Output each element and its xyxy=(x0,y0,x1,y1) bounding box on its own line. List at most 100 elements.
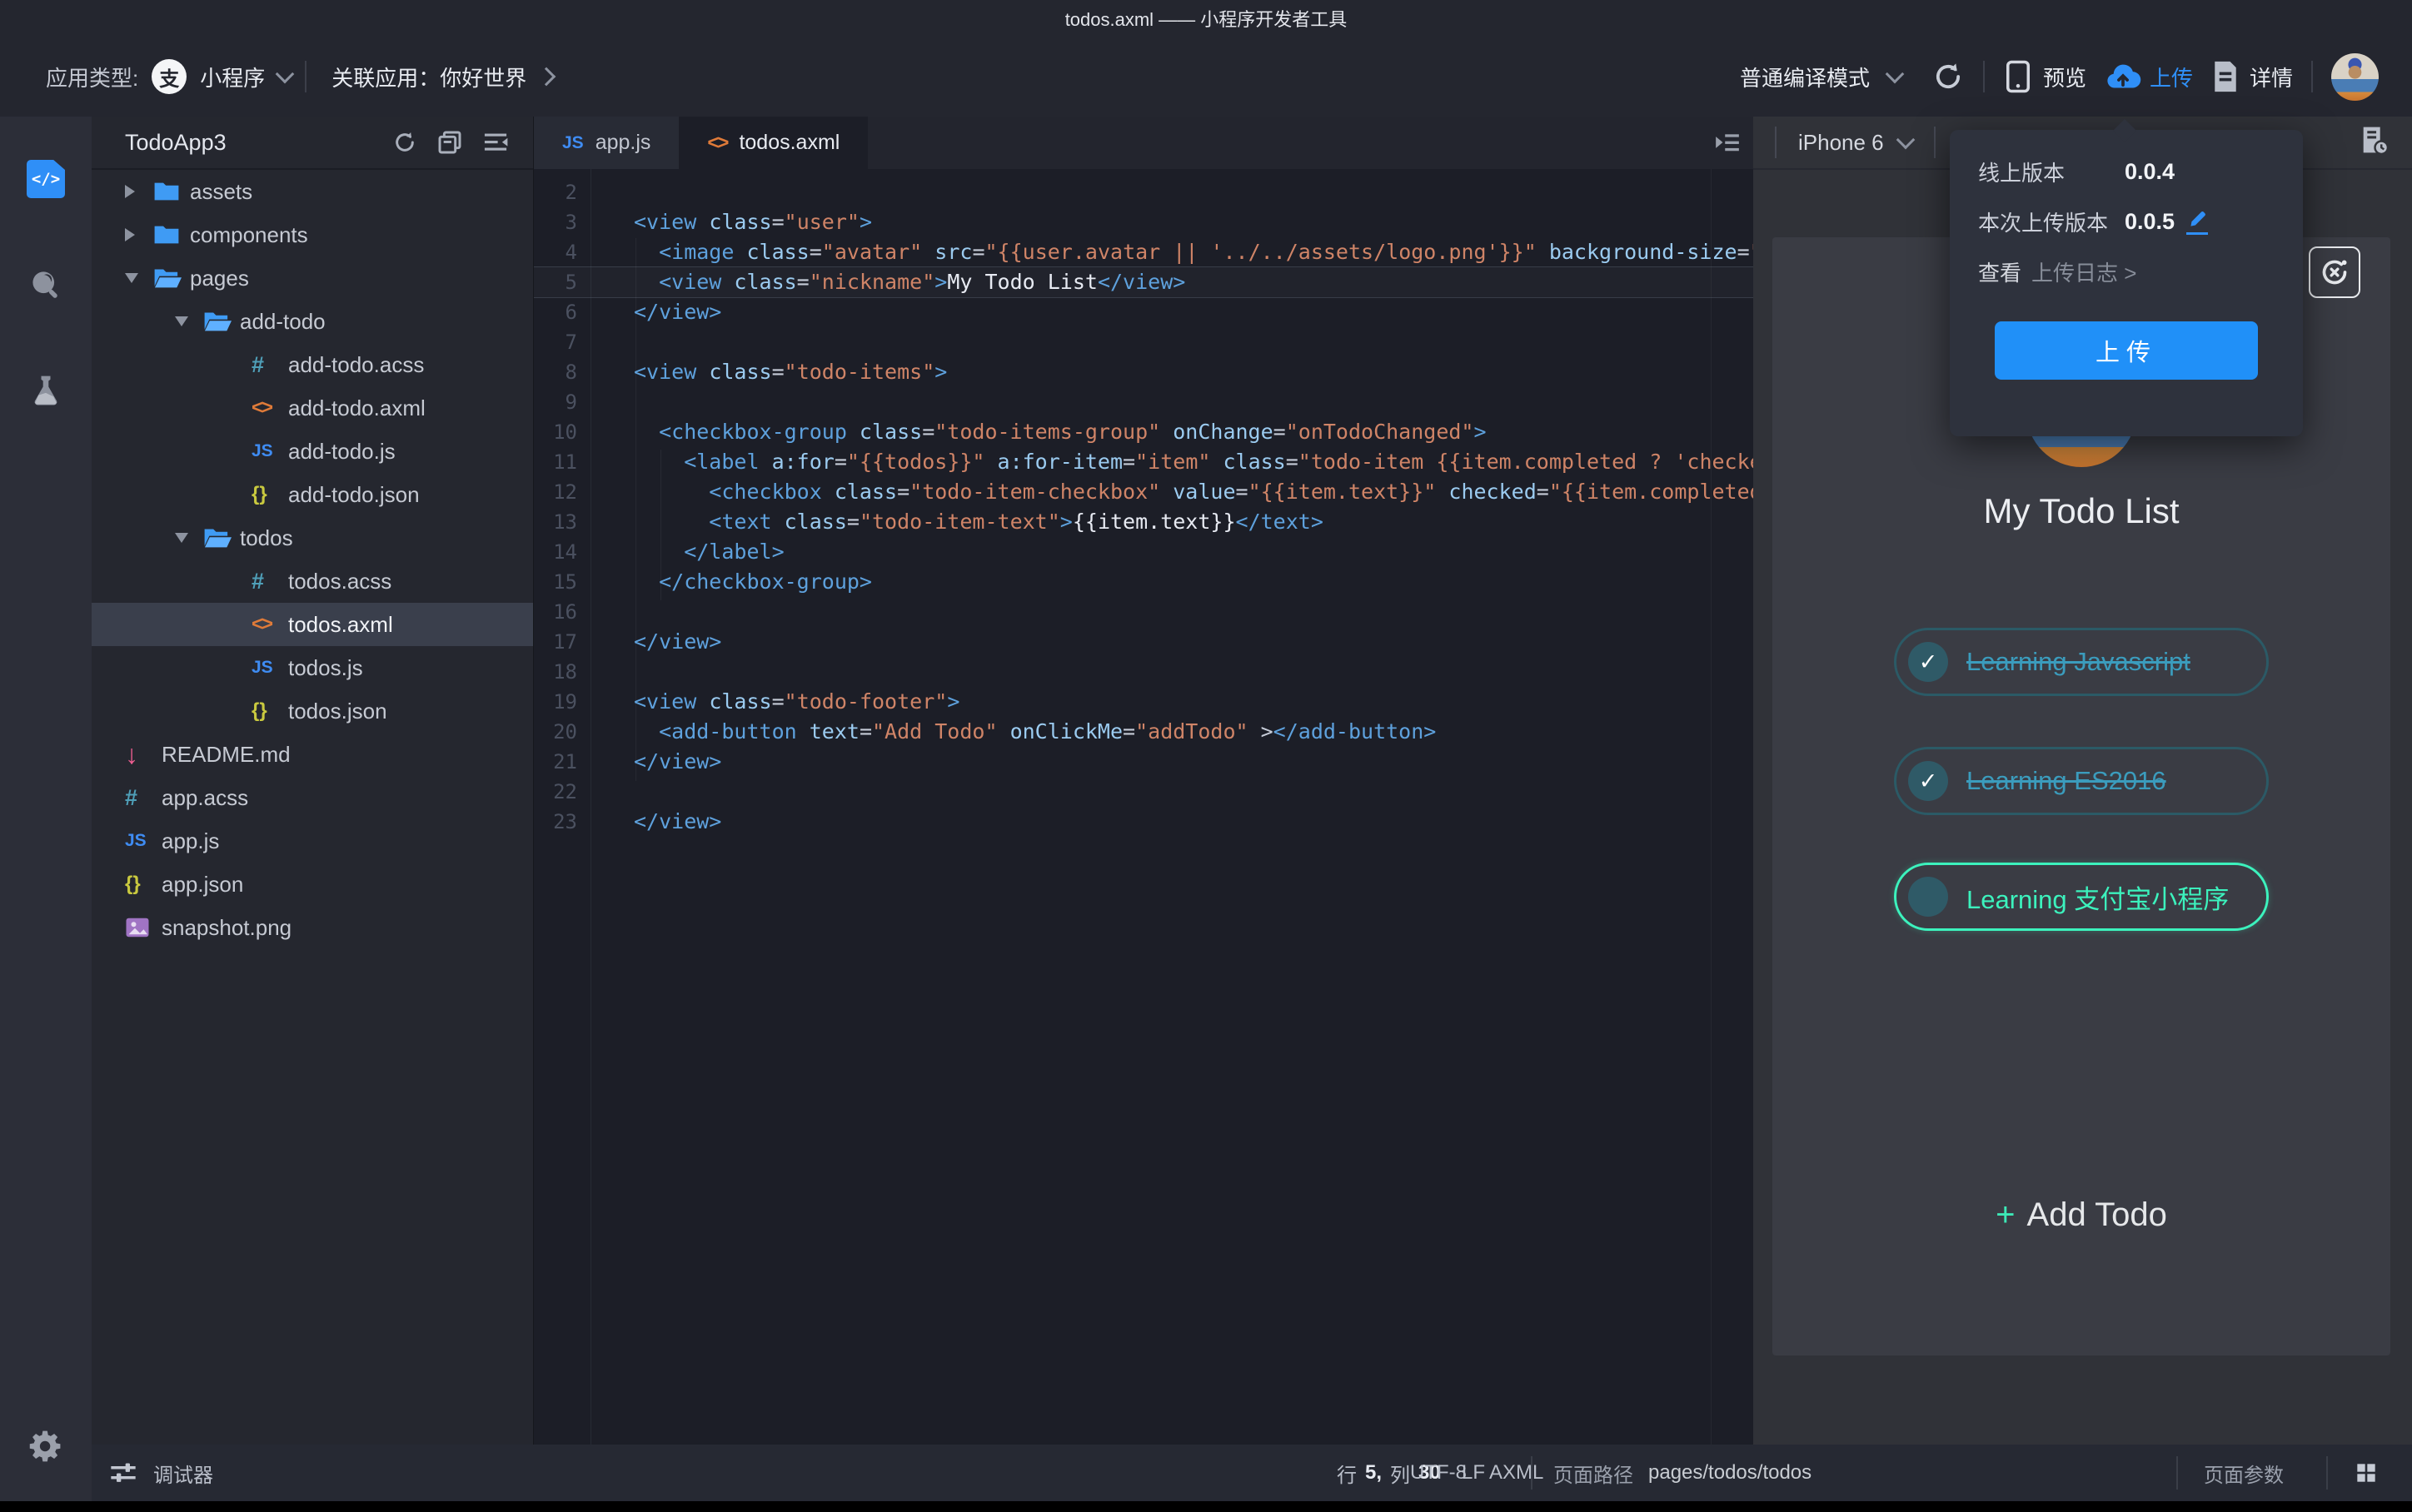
eol-indicator[interactable]: LF xyxy=(1462,1445,1485,1501)
folder-open-icon xyxy=(154,269,182,288)
code-line-7[interactable]: 7 xyxy=(534,327,1754,357)
tree-item-add-todo-axml[interactable]: <> add-todo.axml xyxy=(92,386,533,430)
line-number: 9 xyxy=(565,390,577,414)
sidebar-item-editor[interactable]: </> xyxy=(27,160,65,198)
tree-item-README-md[interactable]: ↓ README.md xyxy=(92,733,533,776)
code-line-13[interactable]: 13 <text class="todo-item-text">{{item.t… xyxy=(534,507,1754,537)
code-line-16[interactable]: 16 xyxy=(534,597,1754,627)
tree-item-todos-js[interactable]: JS todos.js xyxy=(92,646,533,689)
todo-item-text: Learning 支付宝小程序 xyxy=(1966,884,2230,914)
tree-item-app-js[interactable]: JS app.js xyxy=(92,819,533,863)
tab-todos-axml[interactable]: <> todos.axml xyxy=(679,117,869,169)
code-line-6[interactable]: 6 </view> xyxy=(534,297,1754,327)
tree-item-app-json[interactable]: {} app.json xyxy=(92,863,533,906)
code-line-12[interactable]: 12 <checkbox class="todo-item-checkbox" … xyxy=(534,477,1754,507)
chevron-down-icon[interactable] xyxy=(275,64,295,84)
code-line-21[interactable]: 21 </view> xyxy=(534,747,1754,777)
sidebar-item-test[interactable] xyxy=(27,372,65,410)
chevron-expanded-icon[interactable] xyxy=(175,316,188,326)
tree-item-components[interactable]: components xyxy=(92,213,533,256)
compile-mode-select[interactable]: 普通编译模式 xyxy=(1740,62,1870,92)
chevron-down-icon[interactable] xyxy=(1885,64,1905,84)
language-indicator[interactable]: AXML xyxy=(1489,1445,1543,1501)
tree-item-app-acss[interactable]: # app.acss xyxy=(92,776,533,819)
new-window-icon[interactable] xyxy=(436,129,463,156)
chevron-down-icon[interactable] xyxy=(1896,130,1915,150)
code-line-23[interactable]: 23 </view> xyxy=(534,807,1754,837)
todo-item-3[interactable]: Learning 支付宝小程序 xyxy=(1894,863,2269,931)
exit-app-button[interactable] xyxy=(2309,246,2360,298)
device-info-button[interactable] xyxy=(2357,124,2390,162)
code-line-10[interactable]: 10 <checkbox-group class="todo-items-gro… xyxy=(534,417,1754,447)
todo-item-1[interactable]: ✓ Learning Javascript xyxy=(1894,628,2269,696)
divider xyxy=(305,61,307,92)
todo-item-2[interactable]: ✓ Learning ES2016 xyxy=(1894,747,2269,815)
encoding-indicator[interactable]: UTF-8 xyxy=(1410,1445,1467,1501)
code-line-5[interactable]: 5 <view class="nickname">My Todo List</v… xyxy=(534,267,1754,297)
upload-log-link[interactable]: 上传日志 > xyxy=(2031,256,2136,287)
code-line-19[interactable]: 19 <view class="todo-footer"> xyxy=(534,687,1754,717)
tree-item-snapshot-png[interactable]: snapshot.png xyxy=(92,906,533,949)
debugger-toggle[interactable]: 调试器 xyxy=(108,1445,213,1501)
code-area[interactable]: 2 3 <view class="user"> 4 <image class="ava… xyxy=(534,169,1754,1445)
code-line-8[interactable]: 8 <view class="todo-items"> xyxy=(534,357,1754,387)
checkbox-checked-icon[interactable]: ✓ xyxy=(1908,761,1948,801)
editor-tabbar: JS app.js <> todos.axml xyxy=(534,117,1754,169)
tree-item-pages[interactable]: pages xyxy=(92,256,533,300)
tree-item-assets[interactable]: assets xyxy=(92,170,533,213)
preview-button[interactable]: 预览 xyxy=(2003,59,2086,94)
edit-version-button[interactable] xyxy=(2186,209,2209,235)
tree-item-todos-json[interactable]: {} todos.json xyxy=(92,689,533,733)
device-select[interactable]: iPhone 6 xyxy=(1798,130,1884,156)
tree-item-todos-axml[interactable]: <> todos.axml xyxy=(92,603,533,646)
code-line-2[interactable]: 2 xyxy=(534,177,1754,207)
image-file-icon xyxy=(126,918,149,938)
tree-item-todos-acss[interactable]: # todos.acss xyxy=(92,560,533,603)
panel-grid-button[interactable] xyxy=(2353,1445,2380,1501)
chevron-right-icon[interactable] xyxy=(536,67,556,87)
code-line-3[interactable]: 3 <view class="user"> xyxy=(534,207,1754,237)
upload-button[interactable]: 上传 xyxy=(2105,60,2193,93)
refresh-button[interactable] xyxy=(1931,60,1965,93)
code-line-18[interactable]: 18 xyxy=(534,657,1754,687)
line-number: 20 xyxy=(553,720,577,744)
code-line-9[interactable]: 9 xyxy=(534,387,1754,417)
code-line-20[interactable]: 20 <add-button text="Add Todo" onClickMe… xyxy=(534,717,1754,747)
tree-item-todos[interactable]: todos xyxy=(92,516,533,560)
console-toggle-button[interactable] xyxy=(1712,128,1742,161)
page-path: 页面路径 pages/todos/todos xyxy=(1553,1461,1812,1487)
checkbox-checked-icon[interactable]: ✓ xyxy=(1908,642,1948,682)
code-line-11[interactable]: 11 <label a:for="{{todos}}" a:for-item="… xyxy=(534,447,1754,477)
user-avatar[interactable] xyxy=(2331,52,2379,101)
chevron-expanded-icon[interactable] xyxy=(175,533,188,543)
app-type-value[interactable]: 小程序 xyxy=(200,62,265,92)
sidebar-item-search[interactable] xyxy=(27,266,65,304)
chevron-collapsed-icon[interactable] xyxy=(125,228,135,241)
devtools-window: todos.axml —— 小程序开发者工具 应用类型: 支 小程序 关联应用：… xyxy=(0,0,2412,1512)
tree-item-add-todo-acss[interactable]: # add-todo.acss xyxy=(92,343,533,386)
checkbox-unchecked-icon[interactable] xyxy=(1908,877,1948,917)
code-line-15[interactable]: 15 </checkbox-group> xyxy=(534,567,1754,597)
project-name: TodoApp3 xyxy=(125,129,227,155)
details-button[interactable]: 详情 xyxy=(2211,60,2293,93)
tree-item-add-todo[interactable]: add-todo xyxy=(92,300,533,343)
code-line-4[interactable]: 4 <image class="avatar" src="{{user.avat… xyxy=(534,237,1754,267)
settings-button[interactable] xyxy=(27,1427,65,1465)
tree-item-add-todo-json[interactable]: {} add-todo.json xyxy=(92,473,533,516)
axml-file-icon: <> xyxy=(252,613,273,635)
page-params-button[interactable]: 页面参数 xyxy=(2204,1445,2284,1501)
code-line-14[interactable]: 14 </label> xyxy=(534,537,1754,567)
chevron-expanded-icon[interactable] xyxy=(125,273,138,283)
refresh-project-icon[interactable] xyxy=(391,129,418,156)
line-number: 13 xyxy=(553,510,577,534)
chevron-collapsed-icon[interactable] xyxy=(125,185,135,198)
code-line-17[interactable]: 17 </view> xyxy=(534,627,1754,657)
add-todo-button[interactable]: + Add Todo xyxy=(1772,1196,2390,1234)
device-clock-icon xyxy=(2363,127,2390,155)
upload-confirm-button[interactable]: 上传 xyxy=(1995,321,2258,380)
tree-item-add-todo-js[interactable]: JS add-todo.js xyxy=(92,430,533,473)
collapse-tree-icon[interactable] xyxy=(481,129,510,156)
code-line-22[interactable]: 22 xyxy=(534,777,1754,807)
tab-app-js[interactable]: JS app.js xyxy=(534,117,680,169)
related-app[interactable]: 关联应用：你好世界 xyxy=(331,62,526,92)
